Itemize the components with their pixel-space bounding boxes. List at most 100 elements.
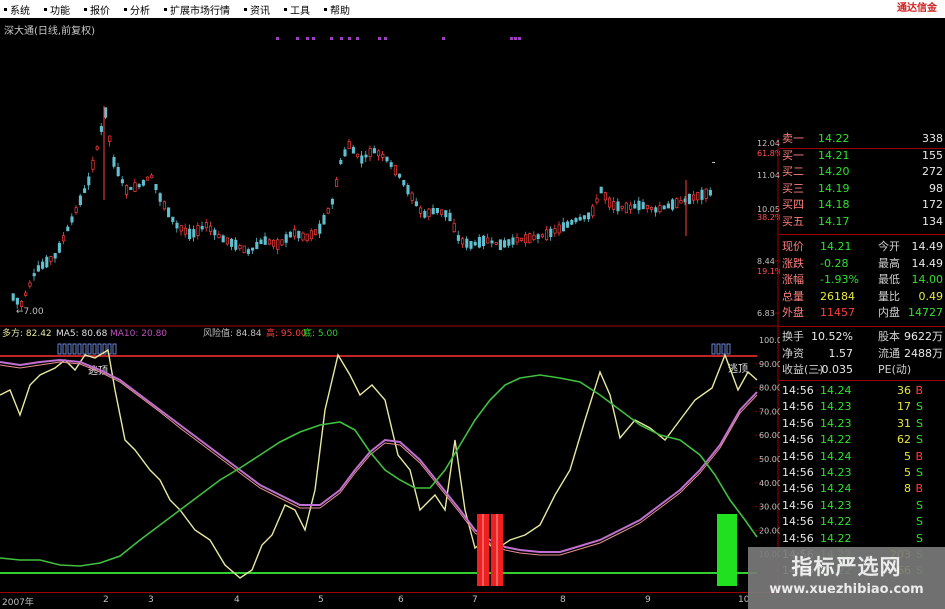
candle-body <box>242 245 246 253</box>
candle-body <box>700 189 704 200</box>
order-price: 14.22 <box>818 132 850 145</box>
candle-body <box>28 282 32 287</box>
candle-body <box>225 237 229 245</box>
signal-bar <box>62 343 67 355</box>
time-axis-month: 8 <box>560 595 566 605</box>
candle-body <box>582 215 586 220</box>
candle-body <box>20 301 24 308</box>
candle-body <box>498 239 502 251</box>
candle-body <box>377 150 381 157</box>
candle-body <box>95 146 99 150</box>
candle-body <box>196 225 200 236</box>
candle-body <box>633 204 637 209</box>
marker-dot <box>276 37 279 40</box>
candle-body <box>11 293 15 301</box>
candle-body <box>704 188 708 199</box>
tick-row: 14:56 14.23 S <box>780 499 945 513</box>
candle-body <box>507 239 511 246</box>
marker-dot <box>442 37 445 40</box>
signal-bar <box>87 343 92 355</box>
tick-price: 14.23 <box>820 498 852 512</box>
marker-dot <box>356 37 359 40</box>
broker-logo: 通达信金 <box>897 3 937 14</box>
stat-value: -1.93% <box>820 273 859 286</box>
stat-value: -0.035 <box>817 363 853 376</box>
tick-side: B <box>915 449 923 463</box>
stat-value: 1.57 <box>828 346 854 360</box>
candle-body <box>473 241 477 246</box>
tick-row: 14:56 14.23 5 S <box>780 466 945 480</box>
marker-dot <box>330 37 333 40</box>
candle-body <box>435 207 439 213</box>
time-axis-month: 5 <box>318 595 324 605</box>
candle-body <box>570 219 574 225</box>
candle-body <box>536 234 540 239</box>
stats-row: 现价 14.21 今开 14.49 <box>780 240 945 254</box>
candle-body <box>553 228 557 234</box>
order-book-row: 买一 14.21 155 <box>780 149 945 163</box>
candle-body <box>41 261 45 269</box>
candle-body <box>53 252 57 259</box>
candle-body <box>696 192 700 201</box>
candle-body <box>574 218 578 223</box>
time-axis-month: 2 <box>103 595 109 605</box>
candle-body <box>612 201 616 210</box>
stats-row: 外盘 11457 内盘 14727 <box>780 306 945 320</box>
candle-body <box>267 239 271 245</box>
order-book-row: 买二 14.20 272 <box>780 165 945 179</box>
trading-app-window: 系统 功能 报价 分析 扩展市场行情 资讯 工具 帮助 通达信金 深大通(日线,前复权) 12… <box>0 0 945 609</box>
tick-price: 14.22 <box>820 515 852 529</box>
order-volume: 155 <box>922 148 943 162</box>
candle-body <box>314 229 318 236</box>
order-book-row: 买三 14.19 98 <box>780 182 945 196</box>
chart-canvas[interactable]: 12.0461.8%11.0410.0538.2%8.4419.1%6.83←7… <box>0 0 780 609</box>
marker-dot <box>384 37 387 40</box>
stat-label: 换手 <box>782 330 804 343</box>
order-label: 买二 <box>782 165 804 178</box>
tick-volume: 5 <box>904 466 911 479</box>
tick-row: 14:56 14.23 31 S <box>780 417 945 431</box>
stat-label: 外盘 <box>782 306 804 319</box>
tick-time: 14:56 <box>782 515 814 529</box>
candle-body <box>679 200 683 204</box>
ind-axis-label: 100.0 <box>759 336 780 345</box>
tick-time: 14:56 <box>782 384 814 397</box>
tick-volume: 31 <box>897 416 911 430</box>
candle-body <box>368 148 372 157</box>
candle-body <box>566 221 570 228</box>
candle-body <box>276 239 280 250</box>
tick-price: 14.23 <box>820 400 852 414</box>
candle-body <box>179 225 183 232</box>
signal-bar <box>57 343 62 355</box>
time-axis-start: 2007年 <box>2 598 34 608</box>
quote-divider <box>780 326 945 327</box>
stat-value: 14.49 <box>911 256 944 270</box>
time-axis-month: 4 <box>234 595 240 605</box>
tick-price: 14.24 <box>820 482 852 496</box>
candle-body <box>515 237 519 243</box>
order-book-row: 买四 14.18 172 <box>780 198 945 212</box>
candle-body <box>171 216 175 222</box>
candle-body <box>364 154 368 158</box>
candle-body <box>557 224 561 234</box>
candle-body <box>431 207 435 215</box>
candle-body <box>410 192 414 201</box>
stat-label: 最低 <box>878 273 900 286</box>
candle-body <box>36 265 40 272</box>
stat-label: 内盘 <box>878 306 900 319</box>
tick-row: 14:56 14.24 36 B <box>780 384 945 398</box>
candle-body <box>465 238 469 248</box>
signal-bar <box>77 343 82 355</box>
candle-body <box>389 162 393 167</box>
stat-value: 14.21 <box>820 240 852 253</box>
candle-body <box>230 238 234 247</box>
stat-label: 涨幅 <box>782 273 804 286</box>
candle-body <box>372 148 376 154</box>
candle-body <box>133 182 137 192</box>
candle-body <box>440 209 444 215</box>
candle-body <box>234 239 238 250</box>
stat-label: PE(动) <box>878 363 912 376</box>
candle-body <box>188 228 192 240</box>
stat-label: 涨跌 <box>782 256 804 270</box>
order-label: 买一 <box>782 148 804 162</box>
